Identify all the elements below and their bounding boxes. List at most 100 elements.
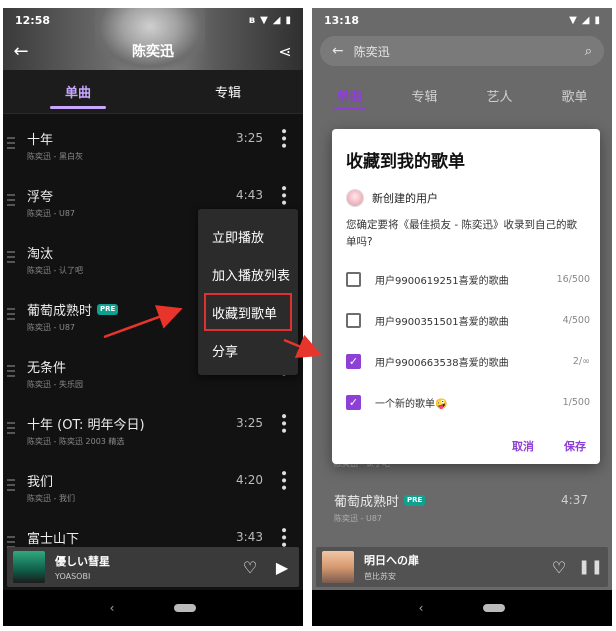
song-title: 富士山下: [27, 532, 80, 547]
nav-back-icon[interactable]: ‹: [419, 601, 424, 615]
wifi-icon: ▼: [260, 14, 268, 26]
system-nav-bar: ‹: [312, 590, 612, 626]
more-options-icon[interactable]: •••: [275, 184, 295, 206]
more-options-icon[interactable]: •••: [275, 127, 295, 149]
song-title: 无条件: [27, 361, 67, 376]
playlist-count: 2/∞: [572, 356, 590, 367]
mini-player[interactable]: 明日への扉 芭比苏安 ♡ ❚❚: [316, 547, 608, 587]
tab-albums[interactable]: 专辑: [387, 78, 462, 112]
playlist-count: 4/500: [562, 315, 590, 326]
more-options-icon[interactable]: •••: [275, 526, 295, 548]
nav-home-icon[interactable]: [483, 604, 506, 612]
context-menu: 立即播放 加入播放列表 收藏到歌单 分享: [198, 209, 298, 375]
song-subtitle: 陈奕迅 - U87: [27, 323, 76, 332]
right-phone-screen: 13:18 ▼ ◢ ▮ ← 陈奕迅 ⌕ 单曲 专辑 艺人 歌单 爱情转移PRE陈…: [312, 8, 612, 626]
menu-item-play-now[interactable]: 立即播放: [198, 217, 298, 255]
tab-singles[interactable]: 单曲: [312, 78, 387, 112]
nav-back-icon[interactable]: ‹: [110, 601, 115, 615]
playlist-option[interactable]: 用户9900351501喜爱的歌曲 4/500: [346, 300, 590, 341]
playlist-name: 用户9900663538喜爱的歌曲: [375, 358, 509, 369]
drag-handle-icon[interactable]: [7, 137, 15, 152]
song-title: 我们: [27, 475, 54, 490]
save-button[interactable]: 保存: [564, 438, 586, 454]
song-subtitle: 陈奕迅 - U87: [27, 209, 76, 218]
playlist-name: 用户9900619251喜爱的歌曲: [375, 276, 509, 287]
battery-icon: ▮: [285, 14, 291, 26]
mini-player[interactable]: 優しい彗星 YOASOBI ♡ ▶: [7, 547, 299, 587]
heart-icon[interactable]: ♡: [544, 558, 574, 577]
song-duration: 3:25: [236, 416, 263, 430]
page-title: 陈奕迅: [132, 44, 174, 60]
status-bar: 13:18 ▼ ◢ ▮: [312, 8, 612, 32]
checkbox[interactable]: [346, 313, 361, 328]
back-arrow-icon[interactable]: ←: [3, 41, 39, 62]
cancel-button[interactable]: 取消: [512, 438, 534, 454]
song-subtitle: 陈奕迅 - U87: [334, 514, 383, 523]
song-title: 葡萄成熟时: [334, 495, 400, 510]
drag-handle-icon[interactable]: [7, 308, 15, 323]
status-time: 13:18: [324, 13, 360, 27]
tab-bar: 单曲 专辑: [3, 70, 303, 114]
menu-item-share[interactable]: 分享: [198, 331, 298, 369]
song-row[interactable]: 十年 (OT: 明年今日) 陈奕迅 - 陈奕迅 2003 精选 3:25 •••: [3, 400, 303, 457]
song-title: 十年 (OT: 明年今日): [27, 418, 145, 433]
song-subtitle: 陈奕迅 - 黑白灰: [27, 152, 83, 161]
menu-item-add-to-playlist[interactable]: 收藏到歌单: [204, 293, 292, 331]
player-artist: 芭比苏安: [364, 572, 396, 581]
tab-playlists[interactable]: 歌单: [537, 78, 612, 112]
album-cover: [322, 551, 354, 583]
pre-badge: PRE: [404, 495, 426, 506]
drag-handle-icon[interactable]: [7, 479, 15, 494]
checkbox[interactable]: ✓: [346, 395, 361, 410]
tab-albums[interactable]: 专辑: [153, 70, 303, 113]
playlist-count: 16/500: [556, 274, 590, 285]
signal-icon: ◢: [581, 14, 590, 26]
app-bar: ← 陈奕迅 ⋖: [3, 34, 303, 68]
song-duration: 3:43: [236, 530, 263, 544]
playlist-options: 用户9900619251喜爱的歌曲 16/500 用户9900351501喜爱的歌曲…: [346, 259, 590, 423]
more-options-icon[interactable]: •••: [275, 469, 295, 491]
play-icon[interactable]: ▶: [265, 558, 299, 577]
status-time: 12:58: [15, 13, 51, 27]
system-nav-bar: ‹: [3, 590, 303, 626]
search-icon[interactable]: ⌕: [585, 44, 592, 59]
song-row[interactable]: 十年陈奕迅 - 黑白灰 3:25 •••: [3, 115, 303, 172]
avatar: [346, 189, 364, 207]
song-row[interactable]: 葡萄成熟时 PRE 陈奕迅 - U87 4:37: [312, 483, 612, 538]
playlist-option[interactable]: ✓ 用户9900663538喜爱的歌曲 2/∞: [346, 341, 590, 382]
checkbox[interactable]: ✓: [346, 354, 361, 369]
song-duration: 4:20: [236, 473, 263, 487]
song-row[interactable]: 我们 陈奕迅 - 我们 4:20 •••: [3, 457, 303, 514]
search-bar[interactable]: ← 陈奕迅 ⌕: [320, 36, 604, 66]
heart-icon[interactable]: ♡: [235, 558, 265, 577]
song-subtitle: 陈奕迅 - 失乐园: [27, 380, 83, 389]
drag-handle-icon[interactable]: [7, 251, 15, 266]
tab-artists[interactable]: 艺人: [462, 78, 537, 112]
dialog-message: 您确定要将《最佳损友 - 陈奕迅》收录到自己的歌单吗?: [346, 219, 577, 248]
pre-badge: PRE: [97, 304, 119, 315]
menu-item-add-to-queue[interactable]: 加入播放列表: [198, 255, 298, 293]
more-options-icon[interactable]: •••: [275, 412, 295, 434]
drag-handle-icon[interactable]: [7, 194, 15, 209]
playlist-count: 1/500: [562, 397, 590, 408]
drag-handle-icon[interactable]: [7, 365, 15, 380]
search-input[interactable]: 陈奕迅: [354, 43, 585, 60]
left-phone-screen: 12:58 ʙ ▼ ◢ ▮ ← 陈奕迅 ⋖ 单曲 专辑 十年 陈奕迅 - 黑白灰 3…: [3, 8, 303, 626]
song-title: 浮夸: [27, 190, 54, 205]
checkbox[interactable]: [346, 272, 361, 287]
song-title: 十年: [27, 133, 54, 148]
share-icon[interactable]: ⋖: [267, 42, 303, 61]
tab-singles[interactable]: 单曲: [3, 70, 153, 113]
back-arrow-icon[interactable]: ←: [332, 43, 344, 59]
song-subtitle: 陈奕迅 - 陈奕迅 2003 精选: [27, 437, 125, 446]
song-duration: 3:25: [236, 131, 263, 145]
pause-icon[interactable]: ❚❚: [574, 559, 608, 575]
drag-handle-icon[interactable]: [7, 422, 15, 437]
playlist-name: 用户9900351501喜爱的歌曲: [375, 317, 509, 328]
add-to-playlist-dialog: 收藏到我的歌单 新创建的用户 您确定要将《最佳损友 - 陈奕迅》收录到自己的歌单…: [332, 129, 600, 464]
song-duration: 4:37: [561, 493, 588, 507]
playlist-option[interactable]: ✓ 一个新的歌单🤪 1/500: [346, 382, 590, 423]
nav-home-icon[interactable]: [174, 604, 197, 612]
signal-icon: ◢: [272, 14, 281, 26]
playlist-option[interactable]: 用户9900619251喜爱的歌曲 16/500: [346, 259, 590, 300]
